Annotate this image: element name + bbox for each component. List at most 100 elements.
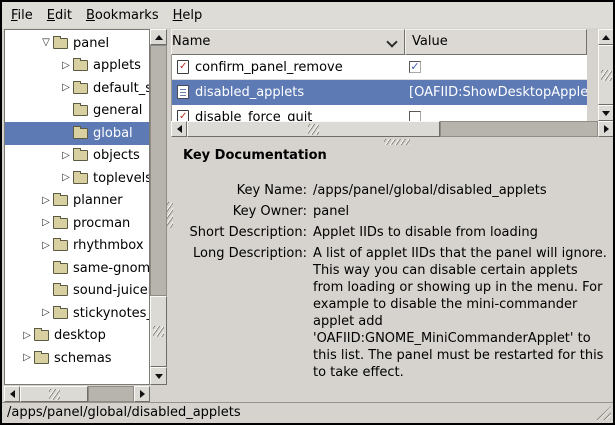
folder-icon bbox=[53, 308, 68, 319]
tree-item-label: stickynotes_ bbox=[73, 306, 149, 321]
expander-closed-icon[interactable]: ▷ bbox=[59, 82, 73, 94]
key-documentation-heading: Key Documentation bbox=[183, 148, 327, 163]
tree-item-label: global bbox=[93, 126, 133, 141]
folder-icon bbox=[53, 195, 68, 206]
doc-field-value: Applet IIDs to disable from loading bbox=[313, 224, 609, 241]
key-name-cell: disable_force_quit bbox=[195, 110, 405, 122]
tree-item-objects[interactable]: ▷ objects bbox=[5, 145, 149, 168]
menu-file[interactable]: File bbox=[4, 4, 40, 27]
folder-icon bbox=[53, 285, 68, 296]
tree-item-general[interactable]: general bbox=[5, 100, 149, 123]
list-key-icon bbox=[177, 85, 189, 99]
folder-icon bbox=[73, 173, 88, 184]
list-vscroll-down-button[interactable] bbox=[598, 105, 614, 121]
folder-icon bbox=[53, 38, 68, 49]
doc-field-value: panel bbox=[313, 203, 609, 220]
key-list: confirm_panel_remove ✓ disabled_applets … bbox=[171, 55, 587, 121]
column-header-name[interactable]: Name bbox=[171, 29, 405, 55]
table-row-disabled_applets[interactable]: disabled_applets [OAFIID:ShowDesktopAppl… bbox=[172, 80, 587, 105]
tree-item-panel[interactable]: ▽ panel bbox=[5, 32, 149, 55]
statusbar: /apps/panel/global/disabled_applets bbox=[2, 402, 613, 423]
tree-vscroll-down-button[interactable] bbox=[150, 367, 167, 385]
tree-item-procman[interactable]: ▷ procman bbox=[5, 212, 149, 235]
statusbar-path-text: /apps/panel/global/disabled_applets bbox=[7, 405, 241, 420]
expander-closed-icon[interactable]: ▷ bbox=[59, 150, 73, 162]
tree-item-label: panel bbox=[73, 36, 109, 51]
folder-icon bbox=[34, 330, 49, 341]
list-hscroll-right-button[interactable] bbox=[598, 121, 614, 137]
value-checkbox[interactable] bbox=[409, 111, 421, 121]
tree-item-global[interactable]: global bbox=[5, 122, 149, 145]
column-header-value-label: Value bbox=[412, 34, 448, 49]
doc-field-label: Long Description: bbox=[172, 245, 307, 381]
expander-closed-icon[interactable]: ▷ bbox=[59, 60, 73, 72]
arrow-down-icon bbox=[155, 374, 163, 383]
menu-bookmarks[interactable]: Bookmarks bbox=[79, 4, 166, 27]
folder-icon bbox=[53, 263, 68, 274]
tree-item-toplevels[interactable]: ▷ toplevels bbox=[5, 167, 149, 190]
tree-item-label: procman bbox=[73, 216, 130, 231]
arrow-left-icon bbox=[173, 125, 182, 133]
list-hscroll-left-button[interactable] bbox=[171, 121, 187, 137]
config-tree: ▽ panel ▷ applets ▷ default_se general g… bbox=[4, 29, 150, 385]
tree-hscroll-right-button[interactable] bbox=[134, 386, 150, 402]
tree-item-schemas[interactable]: ▷ schemas bbox=[5, 347, 149, 370]
arrow-down-icon bbox=[602, 111, 610, 120]
sort-indicator-icon bbox=[386, 36, 397, 47]
tree-item-sound-juicer[interactable]: sound-juicer bbox=[5, 280, 149, 303]
gconf-editor-window: FileEditBookmarksHelp ▽ panel ▷ applets … bbox=[0, 0, 615, 425]
pane-splitter-horizontal[interactable] bbox=[384, 139, 410, 145]
expander-closed-icon[interactable]: ▷ bbox=[39, 195, 53, 207]
expander-closed-icon[interactable]: ▷ bbox=[59, 172, 73, 184]
expander-closed-icon[interactable]: ▷ bbox=[20, 330, 34, 342]
table-row-disable_force_quit[interactable]: disable_force_quit bbox=[172, 105, 587, 121]
tree-item-desktop[interactable]: ▷ desktop bbox=[5, 325, 149, 348]
folder-icon bbox=[73, 128, 88, 139]
expander-closed-icon[interactable]: ▷ bbox=[39, 217, 53, 229]
tree-hscroll-thumb[interactable] bbox=[20, 386, 88, 402]
tree-vscroll-trough[interactable] bbox=[150, 45, 167, 296]
tree-item-label: general bbox=[93, 103, 142, 118]
column-header-value[interactable]: Value bbox=[405, 29, 587, 55]
tree-vscroll-up-button[interactable] bbox=[150, 29, 167, 45]
tree-item-label: applets bbox=[93, 58, 141, 73]
expander-closed-icon[interactable]: ▷ bbox=[39, 307, 53, 319]
doc-field-label: Key Owner: bbox=[172, 203, 307, 220]
list-vscroll-thumb[interactable] bbox=[598, 45, 614, 105]
arrow-up-icon bbox=[602, 31, 610, 40]
folder-icon bbox=[73, 105, 88, 116]
folder-icon bbox=[73, 150, 88, 161]
folder-icon bbox=[53, 240, 68, 251]
list-hscroll-trough[interactable] bbox=[440, 121, 598, 137]
menu-help[interactable]: Help bbox=[166, 4, 210, 27]
menu-edit[interactable]: Edit bbox=[40, 4, 79, 27]
table-row-confirm_panel_remove[interactable]: confirm_panel_remove ✓ bbox=[172, 55, 587, 80]
value-checkbox[interactable]: ✓ bbox=[409, 61, 421, 73]
tree-item-defaultse[interactable]: ▷ default_se bbox=[5, 77, 149, 100]
tree-item-same-gnome[interactable]: same-gnome bbox=[5, 257, 149, 280]
tree-hscroll-trough[interactable] bbox=[88, 386, 134, 402]
tree-item-label: default_se bbox=[93, 81, 149, 96]
expander-closed-icon[interactable]: ▷ bbox=[39, 240, 53, 252]
folder-icon bbox=[73, 60, 88, 71]
bool-key-icon bbox=[177, 60, 189, 74]
arrow-up-icon bbox=[155, 31, 163, 40]
folder-icon bbox=[53, 218, 68, 229]
tree-item-label: objects bbox=[93, 148, 140, 163]
arrow-right-icon bbox=[140, 390, 149, 398]
tree-item-label: same-gnome bbox=[73, 261, 149, 276]
expander-closed-icon[interactable]: ▷ bbox=[20, 352, 34, 364]
tree-item-applets[interactable]: ▷ applets bbox=[5, 55, 149, 78]
expander-open-icon[interactable]: ▽ bbox=[39, 37, 53, 49]
doc-field-label: Key Name: bbox=[172, 182, 307, 199]
doc-field-value: A list of applet IIDs that the panel wil… bbox=[313, 245, 609, 381]
tree-item-label: planner bbox=[73, 193, 123, 208]
tree-item-planner[interactable]: ▷ planner bbox=[5, 190, 149, 213]
tree-item-rhythmbox[interactable]: ▷ rhythmbox bbox=[5, 235, 149, 258]
tree-hscroll-left-button[interactable] bbox=[4, 386, 20, 402]
list-vscroll-up-button[interactable] bbox=[598, 29, 614, 45]
tree-vscroll-thumb[interactable] bbox=[150, 296, 167, 367]
arrow-left-icon bbox=[6, 390, 15, 398]
list-hscroll-thumb[interactable] bbox=[187, 121, 440, 137]
tree-item-stickynotes[interactable]: ▷ stickynotes_ bbox=[5, 302, 149, 325]
